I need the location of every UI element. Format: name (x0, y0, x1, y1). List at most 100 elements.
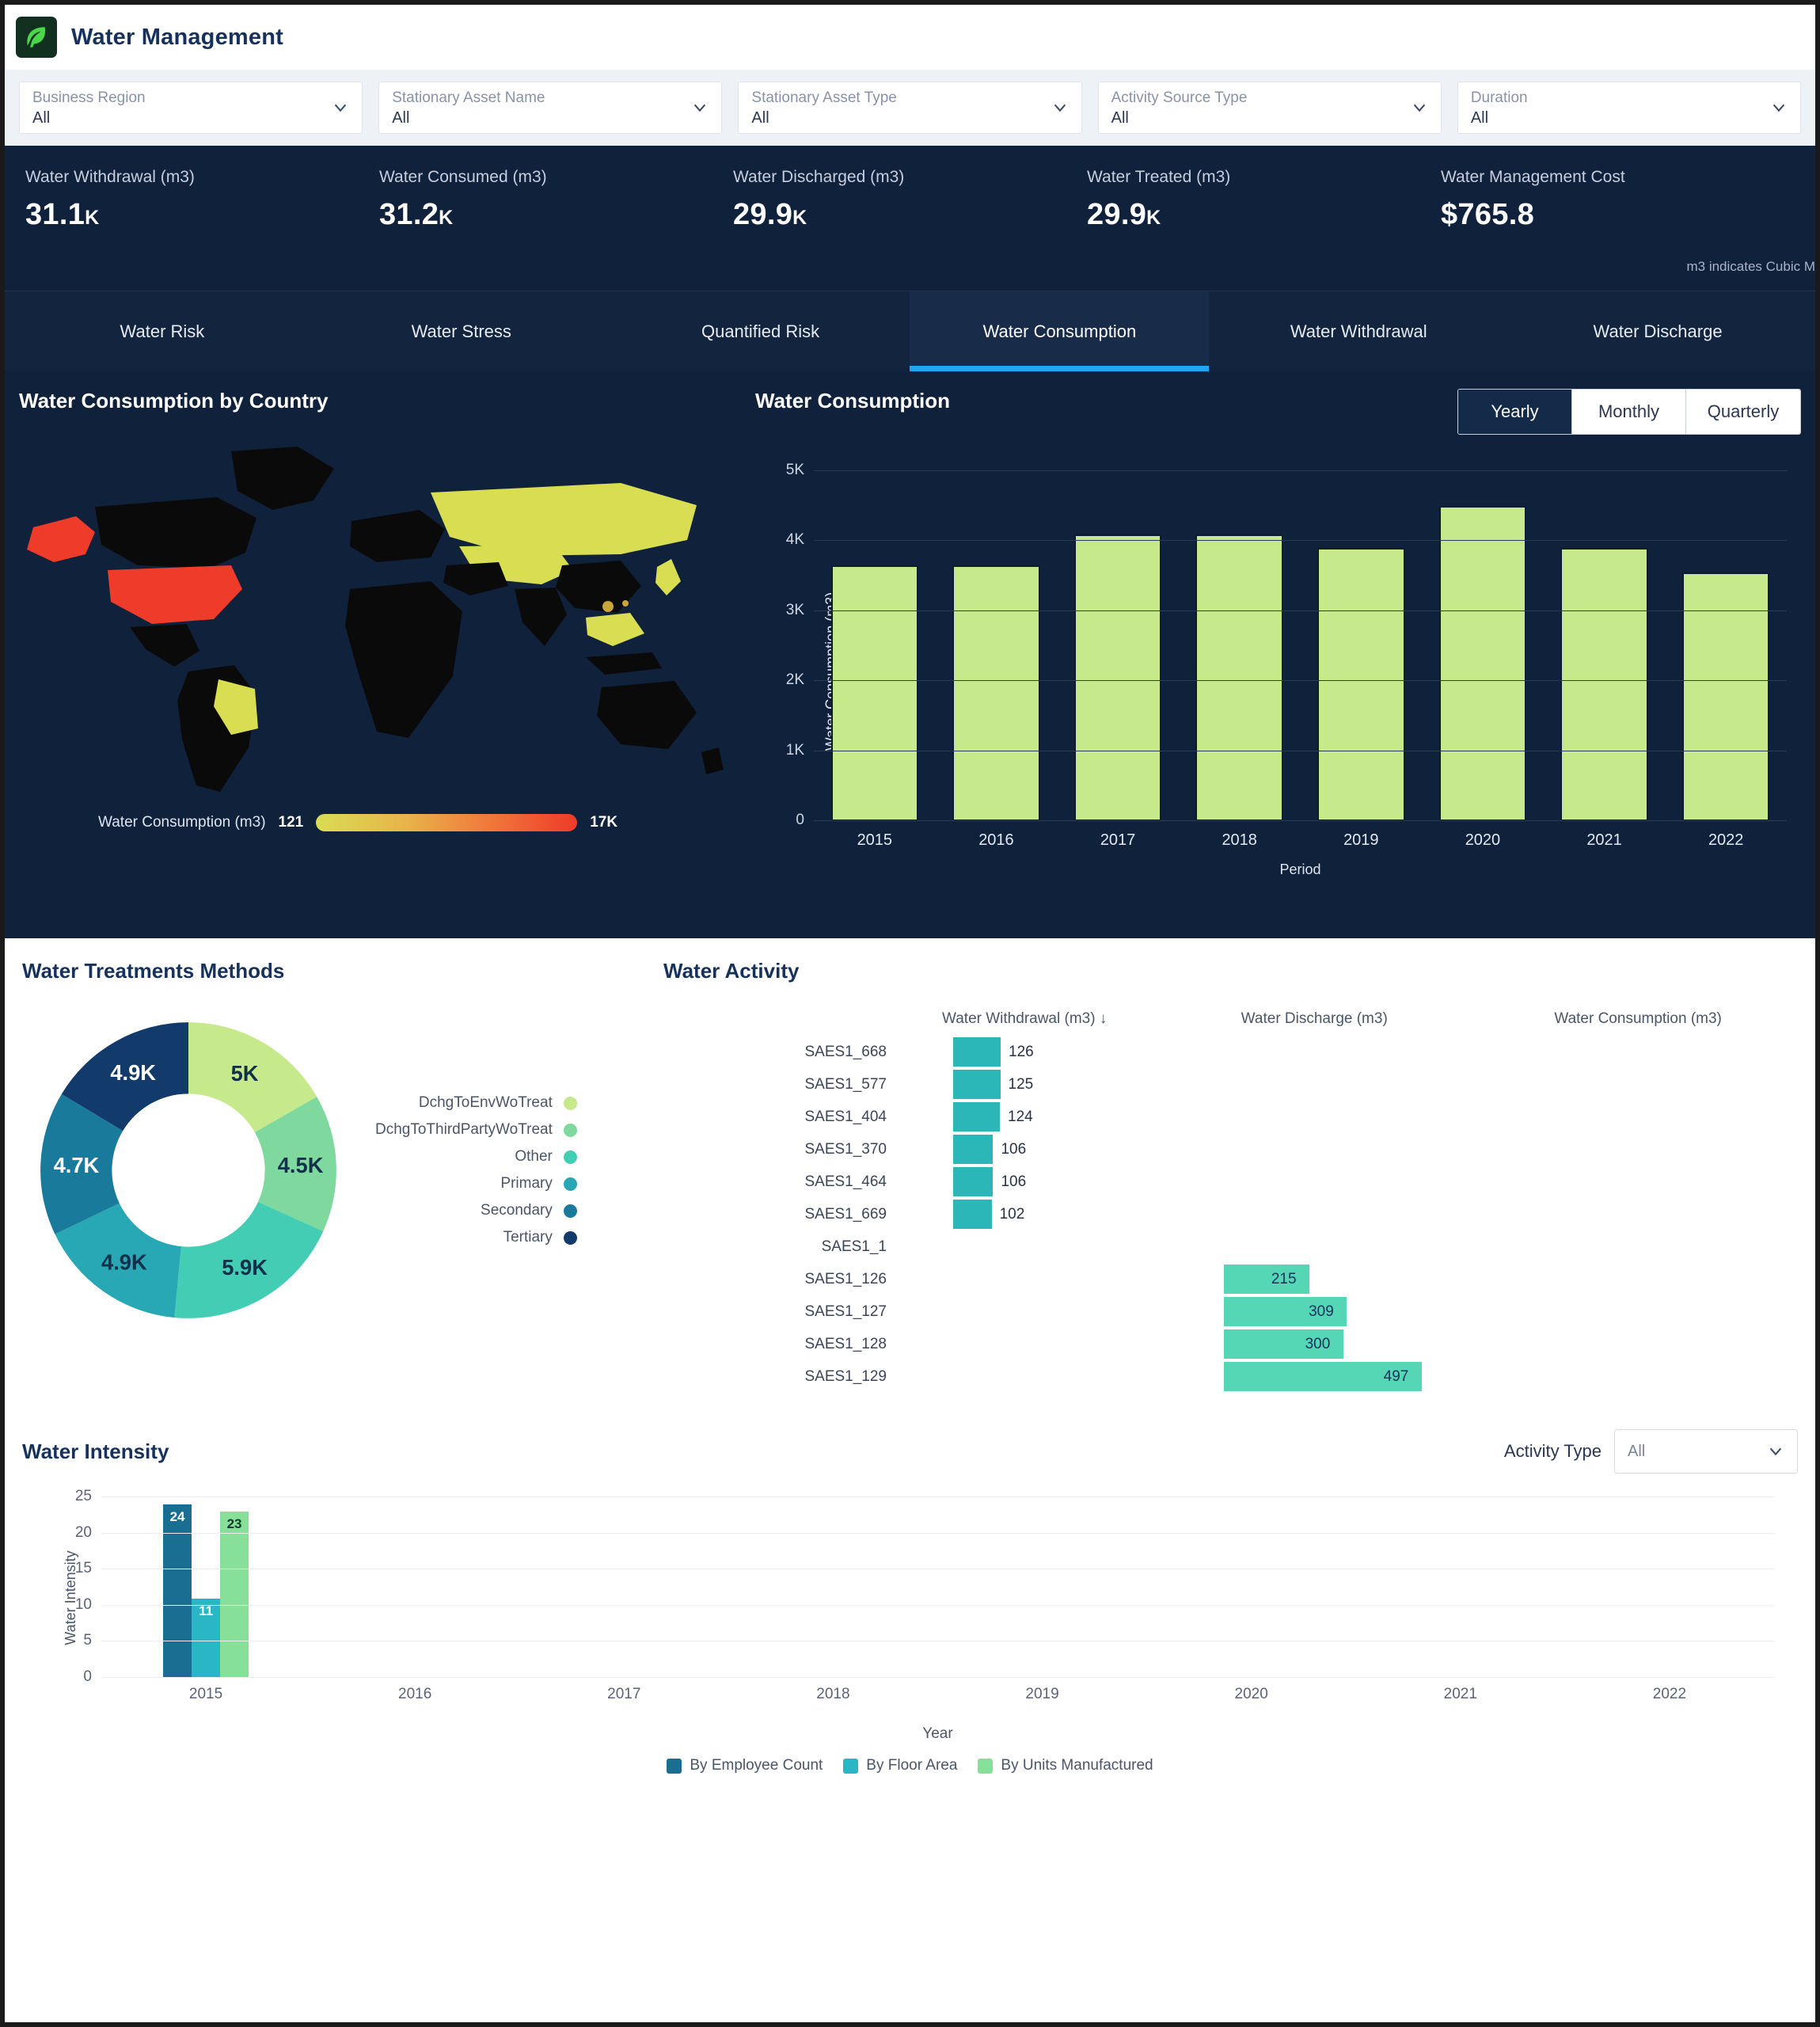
table-row[interactable]: SAES1_577 125 (663, 1068, 1798, 1101)
legend-item[interactable]: By Units Manufactured (978, 1757, 1153, 1774)
water-intensity-chart[interactable]: Water Intensity 24 11 23 0 5 10 15 20 25 2015 20… (22, 1488, 1798, 1705)
table-row[interactable]: SAES1_127 309 (663, 1295, 1798, 1328)
table-row[interactable]: SAES1_370 106 (663, 1133, 1798, 1166)
cell-consumption (1499, 1166, 1798, 1198)
donut-slice-value: 4.5K (278, 1153, 324, 1177)
bar[interactable]: 24 (163, 1504, 192, 1678)
cell-discharge: 215 (1200, 1263, 1499, 1295)
x-axis-tick: 2022 (1652, 1686, 1687, 1702)
kpi-footnote: m3 indicates Cubic M (1686, 259, 1815, 274)
activity-type-select[interactable]: All (1614, 1429, 1798, 1474)
bar[interactable] (953, 1200, 992, 1229)
legend-swatch-by-employee-count (667, 1758, 682, 1774)
legend-item[interactable]: By Floor Area (843, 1757, 957, 1774)
legend-item[interactable]: By Employee Count (667, 1757, 823, 1774)
chevron-down-icon[interactable] (1051, 99, 1069, 116)
x-axis-tick: 2020 (1234, 1686, 1268, 1702)
tab-water-discharge[interactable]: Water Discharge (1508, 291, 1807, 371)
filter-stationary-asset-type[interactable]: Stationary Asset Type All (738, 82, 1082, 134)
filter-activity-source-type[interactable]: Activity Source Type All (1097, 82, 1442, 134)
kpi-value: 29.9K (733, 198, 807, 231)
bar[interactable] (953, 1102, 1001, 1131)
activity-type-label: Activity Type (1503, 1441, 1602, 1461)
bar[interactable] (953, 1037, 1001, 1067)
period-monthly-button[interactable]: Monthly (1572, 390, 1686, 434)
legend-item[interactable]: Other (375, 1143, 577, 1170)
legend-swatch-dchgtothirdpartywotreat (563, 1123, 577, 1137)
bar-series (814, 471, 1787, 821)
tab-quantified-risk[interactable]: Quantified Risk (611, 291, 910, 371)
intensity-plot-area: 24 11 23 0 5 10 15 20 25 (75, 1488, 1774, 1685)
table-row[interactable]: SAES1_1 (663, 1230, 1798, 1263)
bar-cell (936, 471, 1058, 821)
x-axis-tick: 2016 (398, 1686, 432, 1702)
bar[interactable] (1223, 1264, 1309, 1294)
legend-swatch-primary (563, 1177, 577, 1191)
cell-withdrawal (901, 1263, 1200, 1295)
bar[interactable] (1560, 548, 1648, 821)
legend-item[interactable]: Primary (375, 1170, 577, 1197)
cell-value: 309 (1309, 1303, 1334, 1320)
column-header-discharge[interactable]: Water Discharge (m3) (1186, 1010, 1485, 1028)
period-yearly-button[interactable]: Yearly (1458, 390, 1572, 434)
table-row[interactable]: SAES1_404 124 (663, 1101, 1798, 1133)
chevron-down-icon[interactable] (1411, 99, 1428, 116)
bar-cell (1179, 471, 1301, 821)
y-axis-tick: 4K (785, 531, 804, 549)
bar[interactable] (830, 565, 919, 821)
table-row[interactable]: SAES1_464 106 (663, 1166, 1798, 1198)
bar-group (519, 1497, 728, 1678)
bar[interactable]: 11 (192, 1598, 221, 1678)
bar[interactable] (1195, 534, 1283, 821)
chevron-down-icon[interactable] (1770, 99, 1788, 116)
table-row[interactable]: SAES1_128 300 (663, 1328, 1798, 1360)
gridline: 20 (75, 1524, 1774, 1541)
period-quarterly-button[interactable]: Quarterly (1686, 390, 1800, 434)
bar[interactable] (953, 1167, 994, 1196)
gridline: 2K (786, 671, 1787, 688)
bar[interactable] (1438, 506, 1527, 821)
bar[interactable] (1073, 534, 1162, 821)
filter-stationary-asset-name[interactable]: Stationary Asset Name All (378, 82, 723, 134)
bar[interactable] (952, 565, 1040, 821)
bar[interactable] (953, 1135, 994, 1164)
treatments-title: Water Treatments Methods (22, 959, 285, 983)
x-axis-tick: 2018 (1222, 831, 1257, 849)
tab-water-risk[interactable]: Water Risk (13, 291, 312, 371)
table-row[interactable]: SAES1_669 102 (663, 1198, 1798, 1230)
chevron-down-icon[interactable] (691, 99, 709, 116)
donut-slice-value: 4.9K (110, 1060, 156, 1085)
filter-duration[interactable]: Duration All (1457, 82, 1802, 134)
column-header-withdrawal[interactable]: Water Withdrawal (m3) ↓ (909, 1010, 1186, 1028)
x-axis-tick: 2015 (857, 831, 893, 849)
kpi-water-discharged: Water Discharged (m3) 29.9K (733, 168, 1087, 232)
world-choropleth-map[interactable] (19, 434, 731, 806)
filter-business-region[interactable]: Business Region All (19, 82, 363, 134)
chevron-down-icon[interactable] (332, 99, 349, 116)
legend-label: By Floor Area (866, 1757, 958, 1774)
tab-water-stress[interactable]: Water Stress (312, 291, 611, 371)
chevron-down-icon[interactable] (1767, 1443, 1784, 1460)
legend-item[interactable]: Tertiary (375, 1224, 577, 1251)
bar[interactable]: 23 (220, 1512, 249, 1678)
tab-water-consumption[interactable]: Water Consumption (910, 291, 1210, 371)
legend-item[interactable]: DchgToThirdPartyWoTreat (375, 1116, 577, 1143)
y-axis-tick: 15 (74, 1560, 92, 1577)
cell-value: 300 (1305, 1335, 1331, 1352)
table-row[interactable]: SAES1_129 497 (663, 1360, 1798, 1393)
water-consumption-bar-chart[interactable]: Water Consumption (m3) 01K2K3K4K5K 20152… (755, 462, 1801, 881)
legend-item[interactable]: Secondary (375, 1197, 577, 1224)
table-row[interactable]: SAES1_126 215 (663, 1263, 1798, 1295)
consumption-chart-column: Water Consumption Yearly Monthly Quarter… (731, 389, 1801, 938)
water-treatment-donut-chart[interactable]: 5K 4.5K 5.9K 4.9K 4.7K 4.9K (22, 1004, 355, 1337)
x-axis-tick: 2016 (978, 831, 1014, 849)
row-label: SAES1_1 (821, 1238, 887, 1255)
table-row[interactable]: SAES1_668 126 (663, 1036, 1798, 1068)
column-header-consumption[interactable]: Water Consumption (m3) (1484, 1010, 1798, 1028)
row-label: SAES1_129 (804, 1367, 887, 1385)
legend-item[interactable]: DchgToEnvWoTreat (375, 1090, 577, 1116)
filter-value: All (751, 108, 769, 127)
bar[interactable] (1317, 548, 1405, 821)
bar[interactable] (953, 1070, 1001, 1099)
tab-water-withdrawal[interactable]: Water Withdrawal (1209, 291, 1508, 371)
